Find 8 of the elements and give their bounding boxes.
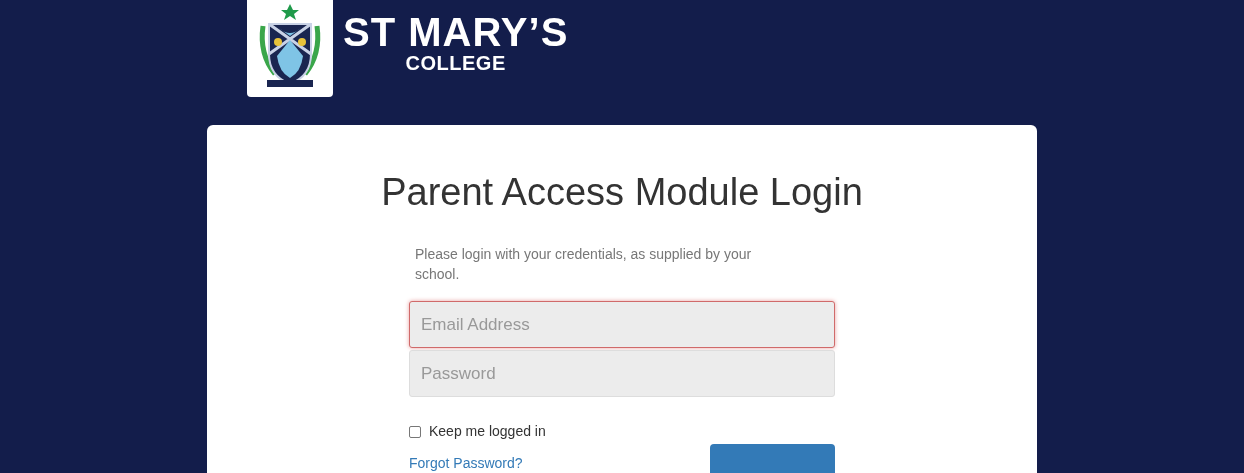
text-field[interactable]: Email Address: [409, 301, 835, 348]
intro-text: Please login with your credentials, as supplied by your school.: [414, 245, 753, 284]
checkbox[interactable]: [409, 425, 421, 438]
college-subtitle: COLLEGE: [405, 52, 506, 74]
college-name: ST MARY’S: [343, 12, 569, 52]
forgot-password-link[interactable]: Forgot Password?: [409, 453, 523, 473]
checkbox-label: Keep me logged in: [429, 422, 546, 441]
page-title: Parent Access Module Login: [381, 170, 863, 214]
